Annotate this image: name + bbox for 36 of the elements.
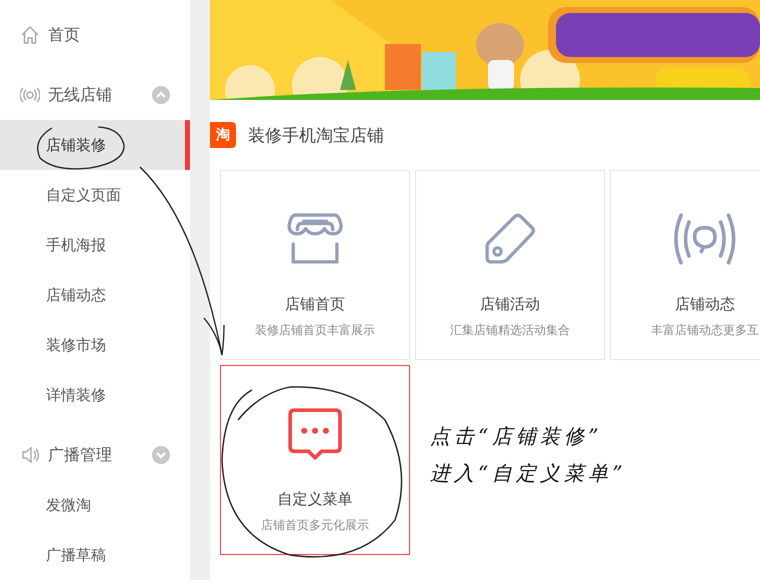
card-title: 店铺活动 [480,295,540,314]
sidebar-subitem[interactable]: 店铺装修 [0,120,190,170]
feature-card[interactable]: 自定义菜单 店铺首页多元化展示 [220,365,410,555]
feature-card[interactable]: 店铺首页 装修店铺首页丰富展示 [220,170,410,360]
card-title: 自定义菜单 [278,490,352,509]
chevron-down-icon[interactable] [152,446,170,464]
card-title: 店铺动态 [675,295,735,314]
sidebar-subitem[interactable]: 装修市场 [0,320,190,370]
card-description: 店铺首页多元化展示 [261,517,369,534]
broadcast-icon [672,213,738,265]
home-icon [20,25,40,45]
chevron-up-icon[interactable] [152,86,170,104]
card-description: 汇集店铺精选活动集合 [450,322,570,339]
speaker-icon [20,445,40,465]
card-description: 装修店铺首页丰富展示 [255,322,375,339]
sidebar-item[interactable]: 无线店铺 [0,70,190,120]
handwritten-note: 点击“店铺装修” [430,423,604,450]
handwritten-note: 进入“自定义菜单” [430,460,628,487]
sidebar-subitem[interactable]: 手机海报 [0,220,190,270]
sidebar-subitem[interactable]: 详情装修 [0,370,190,420]
storefront-icon [286,213,344,265]
sidebar-subitem[interactable]: 发微淘 [0,480,190,530]
taobao-logo: 淘 [210,122,236,148]
sidebar-subitem[interactable]: 自定义页面 [0,170,190,220]
sidebar-subitem[interactable]: 广播草稿 [0,530,190,580]
sidebar-item[interactable]: 广播管理 [0,430,190,480]
feature-card[interactable]: 店铺活动 汇集店铺精选活动集合 [415,170,605,360]
sidebar-subitem[interactable]: 店铺动态 [0,270,190,320]
card-title: 店铺首页 [285,295,345,314]
tag-icon [484,213,536,265]
chat-bubble-icon [288,408,342,460]
feature-card[interactable]: 店铺动态 丰富店铺动态更多互 [610,170,760,360]
card-description: 丰富店铺动态更多互 [651,322,759,339]
signal-icon [20,85,40,105]
sidebar-item[interactable]: 首页 [0,10,190,60]
section-title: 装修手机淘宝店铺 [248,124,384,146]
